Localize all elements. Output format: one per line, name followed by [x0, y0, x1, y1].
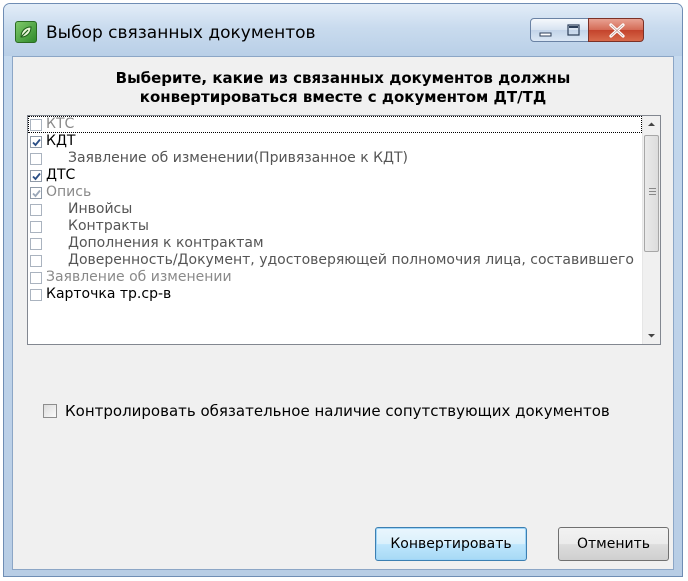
checkbox-unchecked-icon[interactable] — [30, 203, 42, 216]
dialog-window: Выбор связанных документов Выберите, как… — [3, 3, 683, 577]
heading-line-1: Выберите, какие из связанных документов … — [115, 69, 571, 87]
app-icon — [15, 21, 37, 43]
document-item-label: Доверенность/Документ, удостоверяющей по… — [68, 252, 634, 268]
documents-rows: КТС КДТ Заявление об изменении(Привязанное… — [28, 116, 642, 303]
check-mark-icon — [32, 172, 41, 180]
checkbox-unchecked-icon[interactable] — [30, 288, 42, 301]
document-list-item[interactable]: Дополнения к контрактам — [28, 235, 642, 252]
check-mark-icon — [32, 138, 41, 146]
maximize-icon — [567, 24, 580, 36]
checkbox-unchecked-icon[interactable] — [30, 152, 42, 165]
checkbox-unchecked-icon[interactable] — [30, 118, 42, 131]
document-item-label: Заявление об изменении(Привязанное к КДТ… — [68, 150, 408, 166]
control-required-docs-label: Контролировать обязательное наличие сопу… — [65, 402, 610, 420]
checkbox-unchecked-icon[interactable] — [30, 254, 42, 267]
checkbox-checked-icon[interactable] — [30, 186, 42, 199]
document-list-item[interactable]: Доверенность/Документ, удостоверяющей по… — [28, 252, 642, 269]
document-item-label: КТС — [46, 116, 75, 132]
minimize-button[interactable] — [530, 18, 560, 42]
close-icon — [609, 23, 625, 38]
document-list-item[interactable]: Карточка тр.ср-в — [28, 286, 642, 303]
checkbox-unchecked-icon[interactable] — [30, 237, 42, 250]
document-item-label: Инвойсы — [68, 201, 133, 217]
document-list-item[interactable]: Контракты — [28, 218, 642, 235]
vertical-scrollbar[interactable] — [642, 116, 660, 344]
scroll-down-arrow-icon — [648, 334, 655, 338]
document-list-item[interactable]: Заявление об изменении — [28, 269, 642, 286]
convert-button[interactable]: Конвертировать — [375, 527, 527, 561]
close-button[interactable] — [588, 18, 644, 42]
dialog-client-area: Выберите, какие из связанных документов … — [12, 56, 674, 570]
control-required-docs-checkbox[interactable]: Контролировать обязательное наличие сопу… — [43, 402, 610, 420]
minimize-icon — [539, 32, 552, 37]
document-item-label: КДТ — [46, 133, 76, 149]
scroll-up-button[interactable] — [643, 116, 660, 133]
checkbox-unchecked-icon[interactable] — [30, 220, 42, 233]
document-item-label: Контракты — [68, 218, 149, 234]
document-list-item[interactable]: ДТС — [28, 167, 642, 184]
document-list-item[interactable]: КТС — [28, 116, 642, 133]
document-item-label: Заявление об изменении — [46, 269, 232, 285]
document-list-item[interactable]: Заявление об изменении(Привязанное к КДТ… — [28, 150, 642, 167]
title-bar[interactable]: Выбор связанных документов — [4, 4, 682, 56]
cancel-button[interactable]: Отменить — [558, 527, 669, 561]
scroll-up-arrow-icon — [648, 122, 655, 126]
checkbox-checked-icon[interactable] — [30, 169, 42, 182]
maximize-button[interactable] — [559, 18, 589, 42]
checkbox-checked-icon[interactable] — [30, 135, 42, 148]
document-list-item[interactable]: Опись — [28, 184, 642, 201]
window-title: Выбор связанных документов — [46, 23, 316, 43]
document-list-item[interactable]: Инвойсы — [28, 201, 642, 218]
document-item-label: Опись — [46, 184, 92, 200]
scroll-thumb[interactable] — [644, 135, 659, 252]
documents-checklist[interactable]: КТС КДТ Заявление об изменении(Привязанное… — [27, 115, 661, 345]
checkbox-unchecked-icon[interactable] — [30, 271, 42, 284]
heading-line-2: конвертироваться вместе с документом ДТ/… — [139, 88, 547, 106]
check-mark-icon — [32, 189, 41, 197]
scroll-grip-icon — [649, 188, 656, 197]
document-item-label: ДТС — [46, 167, 76, 183]
checkbox-box[interactable] — [43, 404, 57, 418]
dialog-heading: Выберите, какие из связанных документов … — [13, 69, 673, 107]
document-item-label: Карточка тр.ср-в — [46, 286, 172, 302]
scroll-down-button[interactable] — [643, 327, 660, 344]
document-list-item[interactable]: КДТ — [28, 133, 642, 150]
document-item-label: Дополнения к контрактам — [68, 235, 264, 251]
